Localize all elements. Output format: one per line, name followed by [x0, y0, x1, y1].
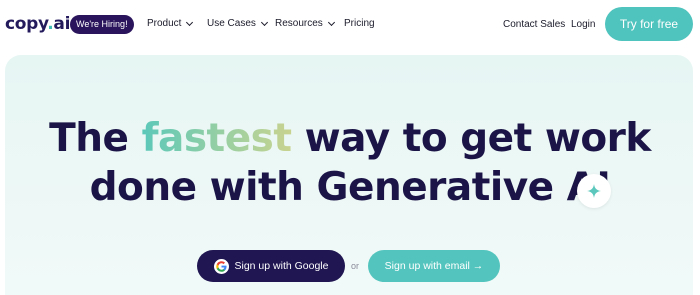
top-nav: copy.ai We're Hiring! Product Use Cases … [0, 0, 700, 48]
menu-resources[interactable]: Resources [275, 18, 335, 29]
chevron-down-icon [260, 18, 268, 26]
google-button-label: Sign up with Google [234, 260, 329, 272]
logo-suffix: ai [53, 14, 71, 34]
menu-pricing-label: Pricing [344, 18, 375, 29]
headline-part1: The [49, 116, 142, 161]
menu-product-label: Product [147, 18, 182, 29]
menu-use-cases[interactable]: Use Cases [207, 18, 268, 29]
logo[interactable]: copy.ai [5, 14, 70, 34]
menu-use-cases-label: Use Cases [207, 18, 256, 29]
sign-up-google-button[interactable]: Sign up with Google [197, 250, 345, 282]
headline-part2: way to get work [291, 116, 652, 161]
headline-line2: done with Generative AI [89, 165, 611, 210]
or-separator: or [351, 261, 360, 271]
headline-highlight: fastest [141, 116, 292, 161]
menu-product[interactable]: Product [147, 18, 194, 29]
login-link[interactable]: Login [571, 19, 595, 30]
sign-up-email-button[interactable]: Sign up with email → [368, 250, 500, 282]
contact-sales-link[interactable]: Contact Sales [503, 19, 565, 30]
email-button-label: Sign up with email → [384, 260, 484, 272]
try-for-free-button[interactable]: Try for free [605, 7, 693, 41]
chevron-down-icon [186, 18, 194, 26]
google-icon [213, 258, 229, 274]
logo-text: copy [5, 14, 48, 34]
sparkle-icon [587, 184, 601, 198]
menu-pricing[interactable]: Pricing [344, 18, 375, 29]
sparkle-badge [577, 174, 611, 208]
chevron-down-icon [327, 18, 335, 26]
hiring-badge[interactable]: We're Hiring! [70, 15, 134, 34]
menu-resources-label: Resources [275, 18, 323, 29]
